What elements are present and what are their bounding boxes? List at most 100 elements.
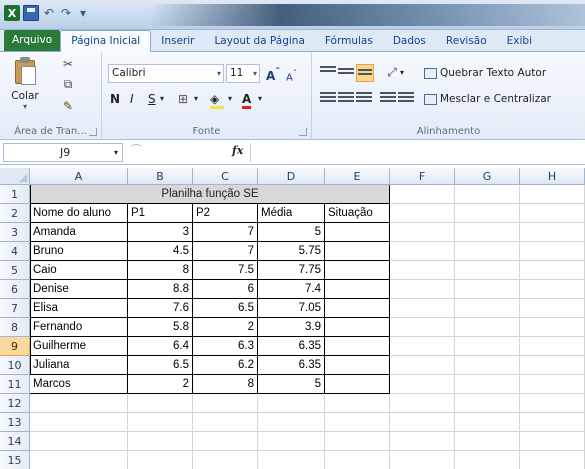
row-header-5[interactable]: 5 [0,261,30,280]
student-name-cell[interactable]: Fernando [30,318,128,337]
tab-dados[interactable]: Dados [383,31,436,51]
grade-cell[interactable] [325,223,390,242]
cell[interactable] [520,375,585,394]
grade-cell[interactable]: 7.75 [258,261,325,280]
borders-icon[interactable]: ⊞ [178,90,188,108]
grade-cell[interactable]: 7 [193,242,258,261]
cell[interactable] [258,432,325,451]
column-header-e[interactable]: E [325,168,390,185]
cell[interactable] [193,394,258,413]
column-header-d[interactable]: D [258,168,325,185]
tab-exibicao[interactable]: Exibi [497,31,542,51]
undo-icon[interactable]: ↶ [42,5,56,21]
cell[interactable] [455,299,520,318]
cell[interactable] [455,432,520,451]
cell[interactable] [520,242,585,261]
column-header-a[interactable]: A [30,168,128,185]
tab-pagina-inicial[interactable]: Página Inicial [60,30,152,52]
cell[interactable] [193,451,258,469]
cell[interactable] [390,356,455,375]
row-header-11[interactable]: 11 [0,375,30,394]
cell[interactable] [390,299,455,318]
cell[interactable] [455,451,520,469]
grade-cell[interactable]: 6.3 [193,337,258,356]
cell[interactable] [390,413,455,432]
align-right-icon[interactable] [356,92,372,104]
cell[interactable] [455,375,520,394]
orientation-icon[interactable]: ⤢ [384,64,400,80]
cell[interactable] [325,432,390,451]
row-header-13[interactable]: 13 [0,413,30,432]
chevron-down-icon[interactable]: ▾ [228,90,232,108]
grade-cell[interactable]: 3.9 [258,318,325,337]
grade-cell[interactable] [325,356,390,375]
bold-button[interactable]: N [110,90,120,108]
formula-input[interactable] [250,143,585,162]
grade-cell[interactable]: 5.8 [128,318,193,337]
grade-cell[interactable]: 6.2 [193,356,258,375]
column-header-g[interactable]: G [455,168,520,185]
grade-cell[interactable]: 6 [193,280,258,299]
cell[interactable] [390,375,455,394]
font-color-icon[interactable]: A [242,90,252,109]
cell[interactable] [520,413,585,432]
row-header-10[interactable]: 10 [0,356,30,375]
font-dialog-launcher-icon[interactable] [299,128,307,136]
grade-cell[interactable]: 5 [258,223,325,242]
student-name-cell[interactable]: Marcos [30,375,128,394]
cell[interactable] [520,451,585,469]
cell[interactable] [128,451,193,469]
select-all-button[interactable] [0,168,30,185]
grade-cell[interactable] [325,299,390,318]
cell[interactable] [30,394,128,413]
font-size-select[interactable]: 11 ▾ [226,64,260,83]
cell[interactable] [390,318,455,337]
clipboard-dialog-launcher-icon[interactable] [89,128,97,136]
grade-cell[interactable]: 4.5 [128,242,193,261]
cell[interactable] [520,185,585,204]
cell[interactable] [30,451,128,469]
excel-logo-icon[interactable]: X [4,5,20,21]
cell[interactable] [258,451,325,469]
cell[interactable] [30,413,128,432]
cut-icon[interactable]: ✂ [60,56,76,72]
cell[interactable] [455,204,520,223]
row-header-9[interactable]: 9 [0,337,30,356]
cell[interactable] [390,432,455,451]
chevron-down-icon[interactable]: ▾ [400,64,404,82]
cell[interactable] [455,413,520,432]
cell[interactable] [455,356,520,375]
row-header-4[interactable]: 4 [0,242,30,261]
cell[interactable] [390,394,455,413]
student-name-cell[interactable]: Caio [30,261,128,280]
cell[interactable] [455,280,520,299]
cell[interactable] [390,451,455,469]
row-header-2[interactable]: 2 [0,204,30,223]
student-name-cell[interactable]: Amanda [30,223,128,242]
align-bottom-icon[interactable] [356,64,374,82]
column-header-c[interactable]: C [193,168,258,185]
sheet-title-cell[interactable]: Planilha função SE [30,185,390,204]
column-header-f[interactable]: F [390,168,455,185]
cell[interactable] [455,223,520,242]
format-painter-icon[interactable]: ✎ [60,98,76,114]
table-header-cell[interactable]: Média [258,204,325,223]
grade-cell[interactable]: 8 [193,375,258,394]
table-header-cell[interactable]: P2 [193,204,258,223]
cell[interactable] [390,280,455,299]
cell[interactable] [193,432,258,451]
italic-button[interactable]: I [130,90,134,108]
grade-cell[interactable] [325,280,390,299]
chevron-down-icon[interactable]: ▾ [194,90,198,108]
table-header-cell[interactable]: Nome do aluno [30,204,128,223]
grade-cell[interactable]: 2 [128,375,193,394]
row-header-12[interactable]: 12 [0,394,30,413]
cell[interactable] [520,261,585,280]
cell[interactable] [325,413,390,432]
fill-color-icon[interactable]: ◈ [210,90,224,109]
student-name-cell[interactable]: Bruno [30,242,128,261]
cell[interactable] [30,432,128,451]
worksheet-grid[interactable]: A B C D E F G H 1 2 Nome do aluno P1 P2 Média Situação… [0,168,585,469]
tab-inserir[interactable]: Inserir [151,31,204,51]
cell[interactable] [390,223,455,242]
